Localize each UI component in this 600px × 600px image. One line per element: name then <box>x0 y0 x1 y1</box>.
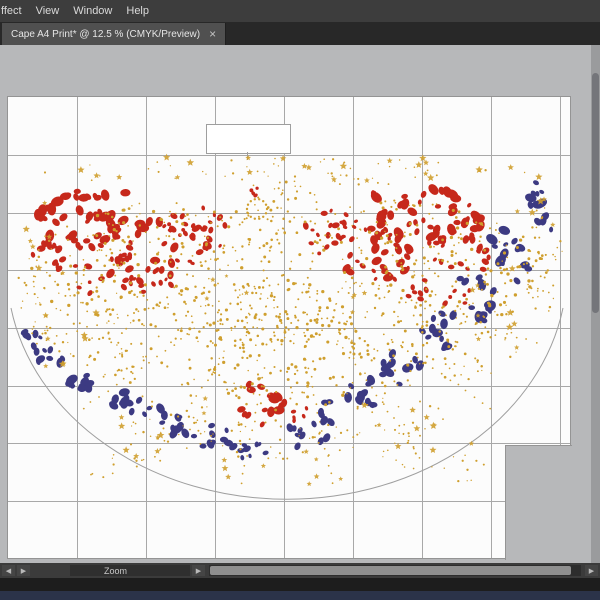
tile-grid-line <box>8 443 570 444</box>
menu-item-view[interactable]: View <box>29 5 67 17</box>
tile-grid-line <box>8 328 570 329</box>
tile-grid-line <box>8 501 570 502</box>
lower-panel <box>0 578 600 591</box>
canvas-viewport[interactable] <box>0 45 600 563</box>
vertical-scrollbar[interactable] <box>591 45 600 563</box>
horizontal-scroll-thumb[interactable] <box>210 566 571 575</box>
status-zoom-label: Zoom <box>104 565 128 576</box>
tile-grid-line <box>8 155 570 156</box>
scroll-left-button[interactable]: ◀ <box>2 565 15 576</box>
horizontal-scrollbar[interactable] <box>209 565 581 576</box>
tab-close-icon[interactable]: × <box>209 28 216 40</box>
menu-item-help[interactable]: Help <box>119 5 156 17</box>
taskbar-edge <box>0 591 600 600</box>
tile-grid-line <box>8 213 570 214</box>
collar-center-tick <box>247 152 248 160</box>
menu-item-window[interactable]: Window <box>66 5 119 17</box>
illustrator-window: ffect View Window Help Cape A4 Print* @ … <box>0 0 600 600</box>
document-tab[interactable]: Cape A4 Print* @ 12.5 % (CMYK/Preview) × <box>2 23 227 45</box>
status-zoom-panel[interactable]: Zoom <box>70 565 190 576</box>
vertical-scroll-thumb[interactable] <box>592 73 599 313</box>
document-tab-bar: Cape A4 Print* @ 12.5 % (CMYK/Preview) × <box>0 22 600 45</box>
canvas-corner-notch <box>505 445 572 560</box>
menu-bar: ffect View Window Help <box>0 0 600 22</box>
tile-grid-line <box>8 386 570 387</box>
scroll-right-button[interactable]: ▶ <box>17 565 30 576</box>
tile-grid-line <box>8 270 570 271</box>
collar-outline <box>206 124 291 154</box>
status-scroll-bar: ◀ ▶ Zoom ▶ ▶ <box>0 563 600 578</box>
scroll-corner-button[interactable]: ▶ <box>585 565 598 576</box>
document-tab-label: Cape A4 Print* @ 12.5 % (CMYK/Preview) <box>11 28 201 40</box>
status-popup-arrow[interactable]: ▶ <box>192 565 205 576</box>
menu-item-effect[interactable]: ffect <box>0 5 29 17</box>
